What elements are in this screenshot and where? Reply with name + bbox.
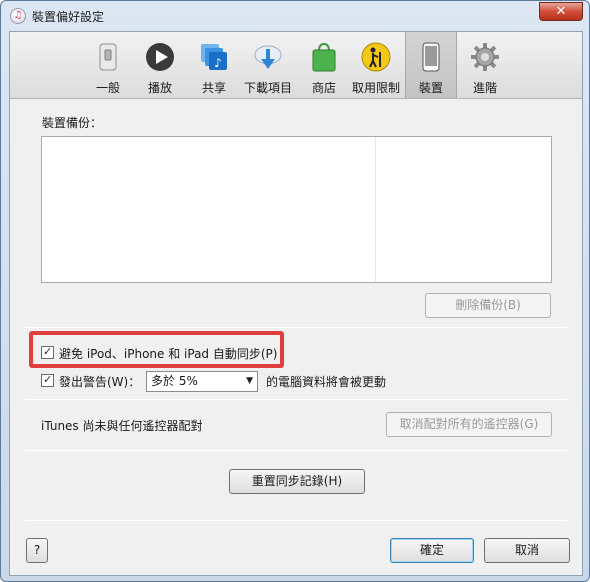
parental-restrictions-icon — [361, 42, 391, 72]
reset-sync-history-button[interactable]: 重置同步記錄(H) — [229, 469, 365, 494]
prevent-auto-sync-checkbox[interactable]: ✓ — [41, 345, 54, 359]
delete-backup-button[interactable]: 刪除備份(B) — [425, 293, 551, 318]
itunes-app-icon: ♫ — [10, 8, 26, 24]
warn-suffix-text: 的電腦資料將會被更動 — [266, 375, 387, 389]
title-bar[interactable]: ♫ 裝置偏好設定 ✕ — [1, 1, 589, 31]
device-phone-icon — [422, 42, 440, 72]
store-bag-icon — [312, 42, 336, 72]
ok-button[interactable]: 確定 — [390, 538, 474, 563]
separator — [25, 399, 567, 400]
prevent-auto-sync-label[interactable]: 避免 iPod、iPhone 和 iPad 自動同步(P) — [59, 345, 277, 362]
chevron-down-icon: ▼ — [246, 376, 253, 386]
checkmark-icon: ✓ — [43, 345, 53, 358]
download-icon — [254, 45, 282, 69]
help-button[interactable]: ? — [26, 538, 48, 563]
tab-sharing[interactable]: ♪ 共享 — [188, 32, 240, 98]
close-button[interactable]: ✕ — [539, 2, 583, 21]
sharing-icon: ♪ — [201, 44, 227, 70]
play-icon — [146, 43, 174, 71]
separator — [25, 450, 567, 451]
remote-pairing-status: iTunes 尚未與任何遙控器配對 — [41, 419, 203, 433]
warn-threshold-dropdown[interactable]: 多於 5% ▼ — [146, 371, 258, 392]
checkmark-icon: ✓ — [43, 373, 53, 386]
tab-advanced[interactable]: 進階 — [459, 32, 511, 98]
forget-all-remotes-button[interactable]: 取消配對所有的遙控器(G) — [386, 412, 552, 437]
warn-threshold-value: 多於 5% — [151, 374, 198, 388]
tab-downloads[interactable]: 下載項目 — [242, 32, 294, 98]
device-backups-label: 裝置備份： — [42, 116, 103, 130]
svg-text:♪: ♪ — [214, 56, 222, 70]
separator — [25, 520, 567, 521]
dialog-client-area: 一般 播放 ♪ 共享 下載項目 商店 取用限制 裝置 進階 裝置備份： 刪除備份… — [9, 31, 583, 576]
tab-devices[interactable]: 裝置 — [405, 32, 457, 98]
warn-label[interactable]: 發出警告(W)： — [59, 373, 140, 390]
device-backups-list[interactable] — [41, 136, 552, 283]
warn-checkbox[interactable]: ✓ — [41, 373, 54, 387]
tab-restrictions[interactable]: 取用限制 — [350, 32, 402, 98]
window-title: 裝置偏好設定 — [32, 10, 105, 24]
general-switch-icon — [99, 43, 117, 71]
tab-playback[interactable]: 播放 — [134, 32, 186, 98]
tab-advanced-label: 進階 — [472, 81, 497, 95]
backup-list-column-divider — [375, 137, 376, 282]
separator — [25, 327, 567, 328]
preferences-window: ♫ 裝置偏好設定 ✕ 一般 播放 ♪ 共享 下載項目 商店 取用限制 裝置 進階… — [0, 0, 590, 582]
gear-icon — [471, 43, 499, 71]
cancel-button[interactable]: 取消 — [484, 538, 570, 563]
preferences-toolbar: 一般 播放 ♪ 共享 下載項目 商店 取用限制 裝置 進階 — [10, 32, 582, 99]
